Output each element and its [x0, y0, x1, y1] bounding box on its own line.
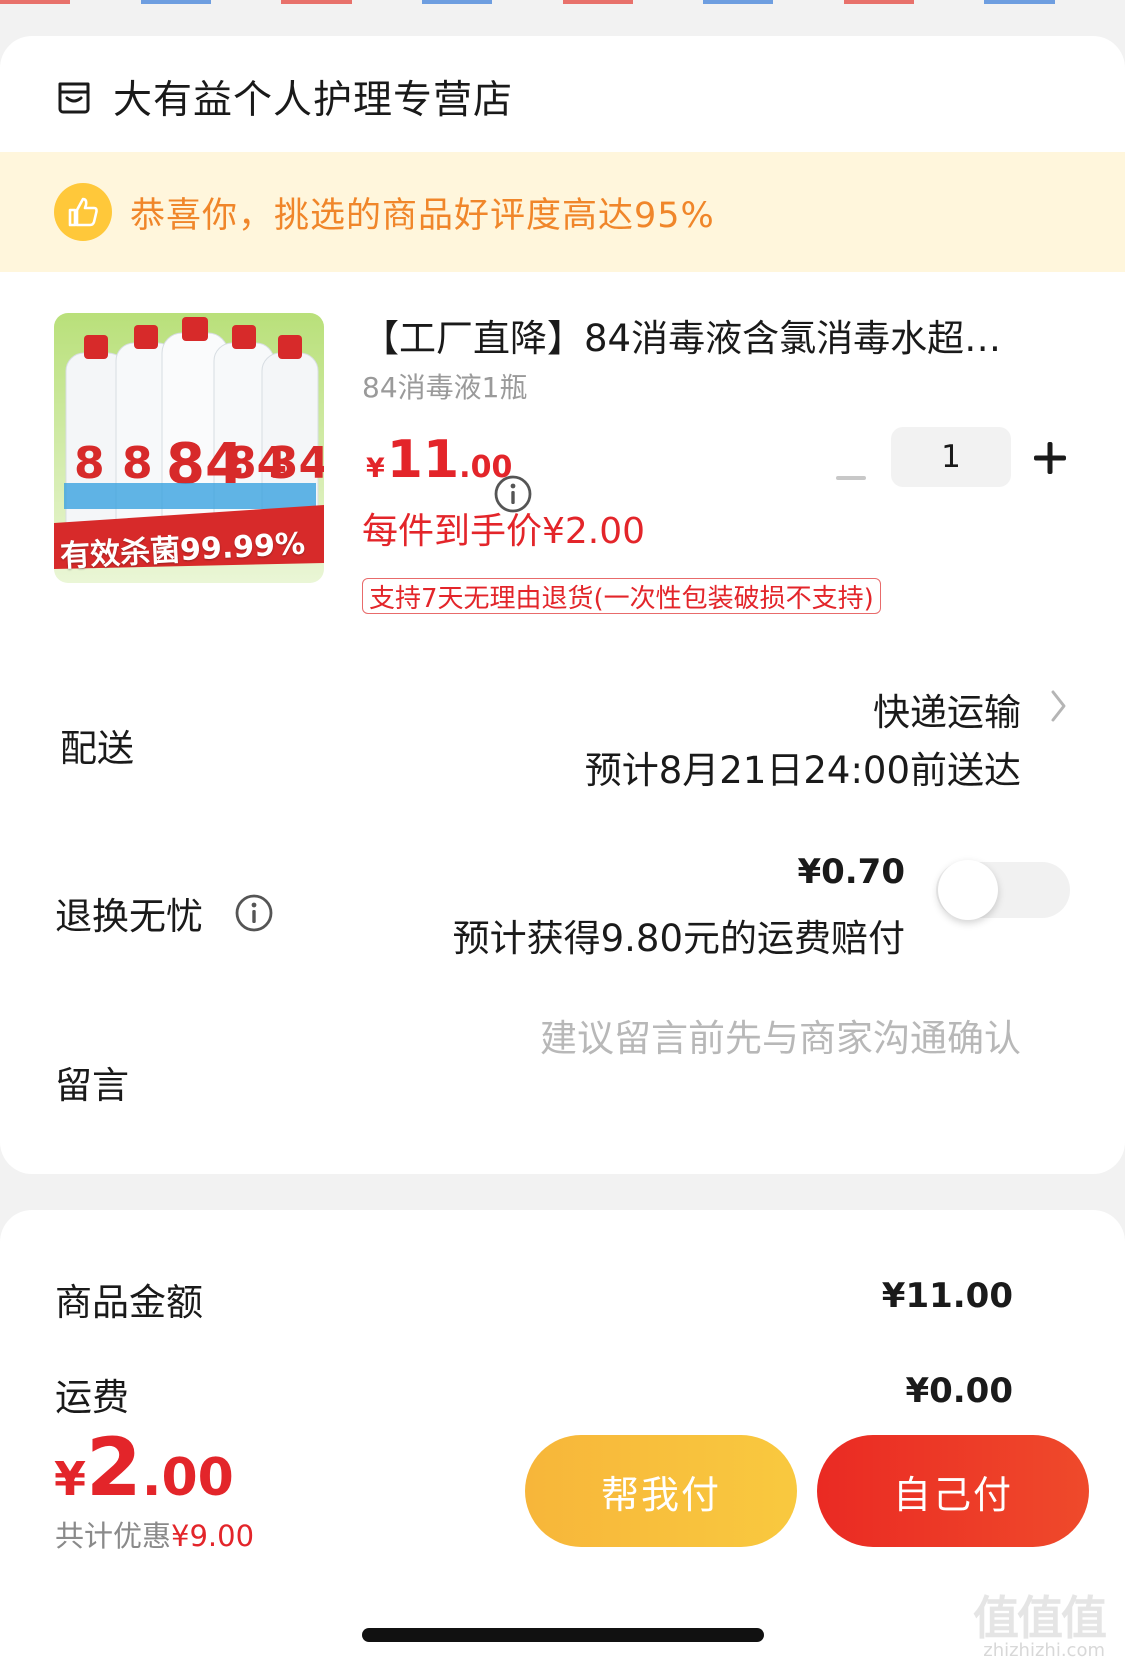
delivery-label: 配送 — [60, 727, 134, 770]
quantity-decrease-button[interactable] — [836, 476, 866, 480]
shipping-label: 运费 — [55, 1376, 129, 1419]
total-price: ¥ 2 .00 — [54, 1421, 234, 1514]
product-spec: 84消毒液1瓶 — [362, 371, 528, 404]
delivery-eta: 预计8月21日24:00前送达 — [584, 749, 1021, 792]
goods-amount-value: ¥11.00 — [881, 1276, 1013, 1316]
total-decimal: .00 — [141, 1448, 234, 1508]
watermark-logo: 值值值 zhizhizhi.com — [961, 1582, 1111, 1664]
chevron-right-icon[interactable] — [1048, 686, 1070, 726]
delivery-method[interactable]: 快递运输 — [873, 682, 1021, 736]
watermark-text: 值值值 — [973, 1591, 1107, 1645]
price-integer: 11 — [386, 430, 460, 490]
store-name: 大有益个人护理专营店 — [113, 78, 514, 123]
toggle-knob — [938, 860, 998, 920]
quantity-increase-button[interactable] — [1033, 441, 1067, 475]
quantity-field[interactable]: 1 — [891, 427, 1011, 487]
total-integer: 2 — [86, 1421, 142, 1514]
insurance-toggle[interactable] — [936, 860, 1070, 920]
home-indicator[interactable] — [362, 1628, 764, 1642]
price-currency: ¥ — [366, 453, 385, 484]
insurance-note: 预计获得9.80元的运费赔付 — [452, 917, 905, 960]
message-label: 留言 — [55, 1064, 129, 1107]
total-currency: ¥ — [54, 1452, 87, 1506]
watermark-domain: zhizhizhi.com — [983, 1640, 1105, 1661]
help-pay-button[interactable]: 帮我付 — [525, 1435, 797, 1547]
discount-label: 共计优惠 — [55, 1519, 172, 1553]
svg-text:8: 8 — [122, 438, 153, 489]
return-policy-tag: 支持7天无理由退货(一次性包装破损不支持) — [362, 578, 881, 614]
goods-amount-label: 商品金额 — [55, 1281, 203, 1324]
self-pay-button[interactable]: 自己付 — [817, 1435, 1089, 1547]
rating-banner-text: 恭喜你，挑选的商品好评度高达95% — [130, 195, 715, 236]
insurance-price: ¥0.70 — [797, 852, 905, 892]
thumbs-up-icon — [54, 183, 112, 241]
svg-text:8: 8 — [74, 438, 105, 489]
product-price: ¥ 11 .00 — [366, 430, 512, 490]
product-image[interactable]: 8 8 84 84 34 有效杀菌99.99% — [54, 313, 324, 583]
rating-banner: 恭喜你，挑选的商品好评度高达95% — [0, 152, 1125, 272]
discount-value: ¥9.00 — [171, 1519, 255, 1553]
envelope-stripe — [0, 0, 1125, 4]
unit-price: 每件到手价¥2.00 — [362, 511, 646, 552]
insurance-info-icon[interactable] — [234, 893, 274, 933]
store-header[interactable]: 大有益个人护理专营店 — [55, 62, 513, 132]
total-discount: 共计优惠¥9.00 — [55, 1513, 254, 1555]
svg-text:34: 34 — [268, 438, 324, 489]
shipping-value: ¥0.00 — [905, 1371, 1013, 1411]
insurance-label: 退换无忧 — [55, 895, 203, 938]
product-title[interactable]: 【工厂直降】84消毒液含氯消毒水超… — [362, 308, 1062, 362]
store-icon — [58, 82, 90, 114]
message-input[interactable]: 建议留言前先与商家沟通确认 — [540, 1008, 1021, 1062]
